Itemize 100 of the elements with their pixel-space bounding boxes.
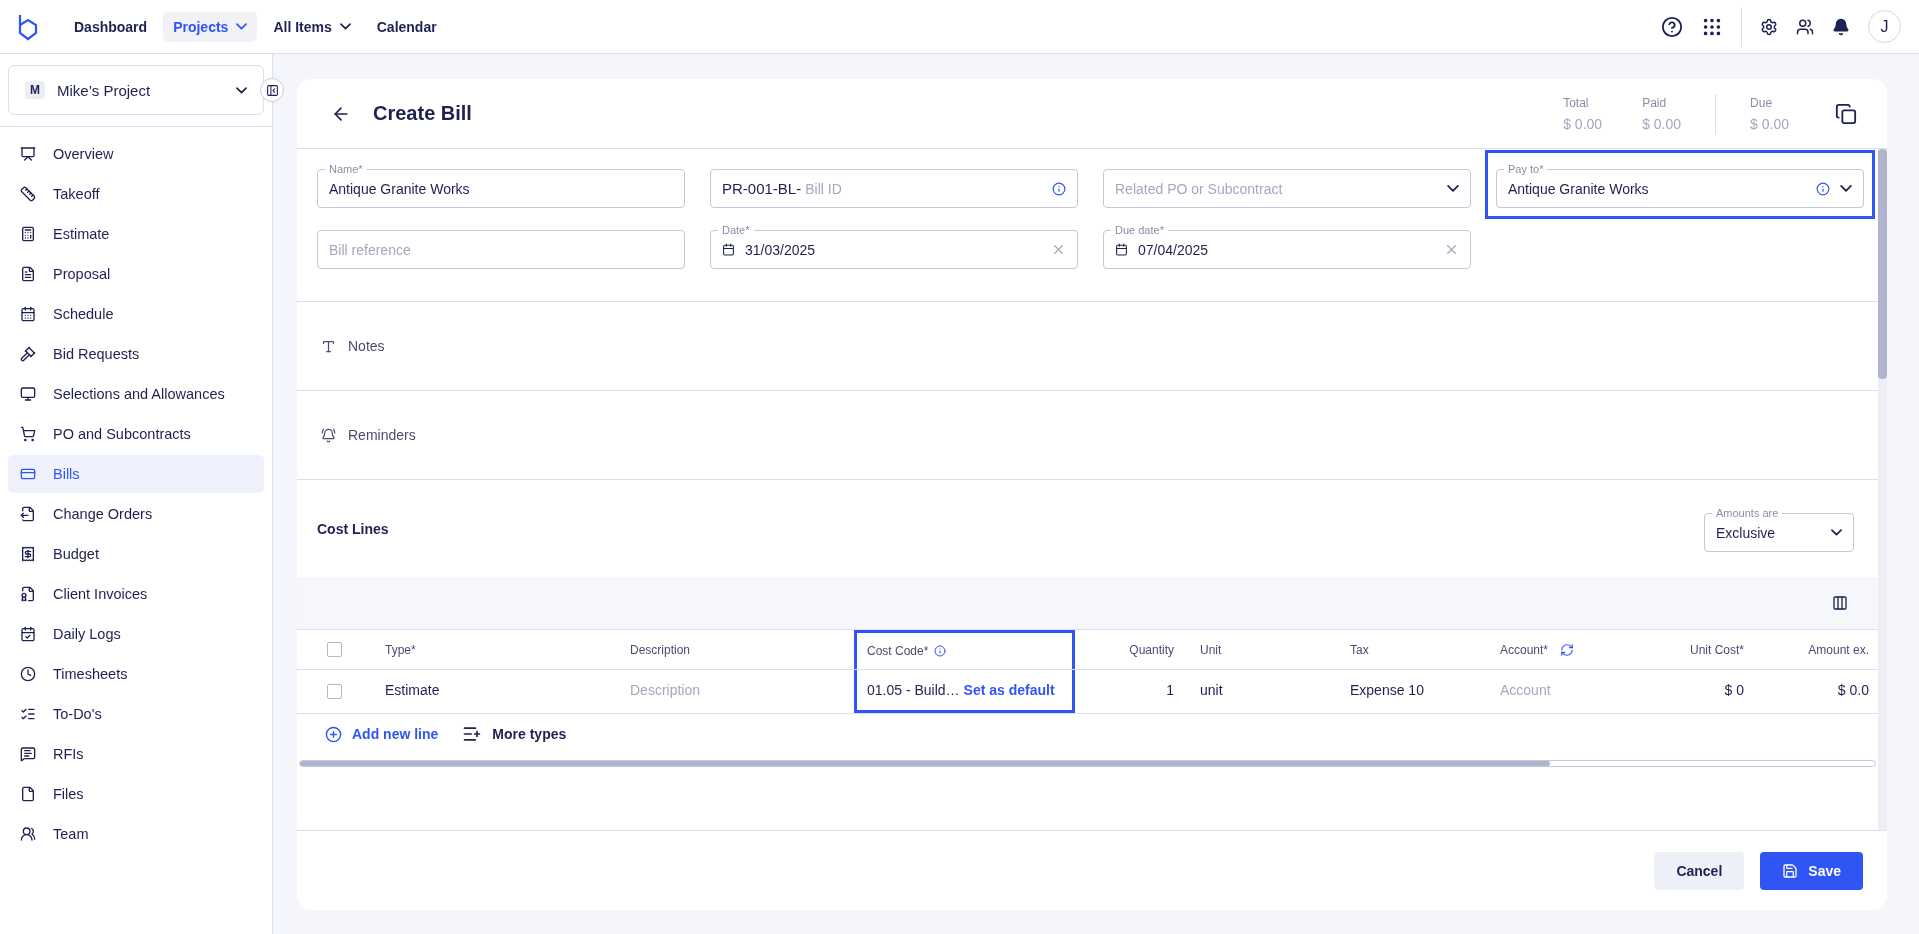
sidebar-item[interactable]: Daily Logs: [8, 615, 264, 653]
select-field[interactable]: Pay to* Antique Granite Works: [1496, 161, 1864, 208]
list-plus-icon: [462, 724, 483, 744]
nav-tab[interactable]: Dashboard: [64, 11, 158, 42]
message-icon: [20, 746, 36, 762]
nav-tab[interactable]: Projects: [163, 11, 258, 42]
column-header: Account*: [1487, 630, 1642, 669]
project-initial: M: [25, 81, 45, 99]
total-label: Total: [1563, 95, 1590, 110]
project-name: Mike’s Project: [57, 81, 152, 99]
total-label: Due: [1750, 95, 1774, 110]
document-arrow-icon: [20, 506, 36, 522]
amounts-select[interactable]: Amounts are Exclusive: [1704, 505, 1854, 552]
nav-tab[interactable]: All Items: [263, 11, 361, 42]
clock-icon: [20, 666, 36, 682]
clear-icon: [1051, 242, 1066, 257]
logo-icon: [18, 12, 38, 41]
cell-text: unit: [1200, 682, 1223, 698]
column-header: Quantity: [1128, 641, 1175, 659]
checkbox[interactable]: [327, 684, 342, 699]
sidebar-item[interactable]: To-Do's: [8, 695, 264, 733]
calendar-icon: [1115, 243, 1128, 256]
cell-text: 01.05 - Build…: [867, 682, 960, 698]
sidebar-item[interactable]: PO and Subcontracts: [8, 415, 264, 453]
calendar-icon: [20, 306, 36, 322]
page-title: Create Bill: [373, 102, 472, 125]
sidebar-item[interactable]: Bills: [8, 455, 264, 493]
total-value: $ 0.00: [1642, 115, 1682, 132]
nav-tab[interactable]: Calendar: [366, 11, 447, 42]
total-label: Paid: [1642, 95, 1668, 110]
sidebar-item[interactable]: Budget: [8, 535, 264, 573]
date-field[interactable]: Date* 31/03/2025: [710, 222, 1078, 269]
chevron-down-icon: [1447, 185, 1459, 192]
column-header: Amount ex.: [1807, 641, 1870, 659]
save-button[interactable]: Save: [1760, 851, 1863, 890]
sidebar-item[interactable]: Bid Requests: [8, 335, 264, 373]
sidebar-item[interactable]: Overview: [8, 135, 264, 173]
total-value: $ 0.00: [1750, 115, 1789, 132]
easel-icon: [20, 146, 36, 162]
checklist-icon: [20, 706, 36, 722]
more-types-button[interactable]: More types: [462, 724, 567, 744]
sidebar-item[interactable]: Estimate: [8, 215, 264, 253]
cancel-button[interactable]: Cancel: [1654, 851, 1745, 890]
column-header: Type*: [384, 641, 417, 659]
save-icon: [1782, 862, 1799, 879]
users-icon: [20, 826, 36, 842]
set-default-link[interactable]: Set as default: [963, 682, 1055, 698]
column-header: Cost Code*: [854, 630, 1075, 669]
ruler-icon: [20, 186, 36, 202]
sidebar-item[interactable]: Selections and Allowances: [8, 375, 264, 413]
cell-text: $ 0.0: [1837, 682, 1869, 698]
card-icon: [20, 466, 36, 482]
add-line-button[interactable]: Add new line: [325, 724, 439, 744]
field-label: Pay to*: [1504, 162, 1548, 176]
file-icon: [20, 786, 36, 802]
cell-text: 1: [1166, 682, 1174, 698]
document-icon: [20, 266, 36, 282]
collapsible-section[interactable]: Notes: [297, 302, 1878, 391]
sidebar-item[interactable]: RFIs: [8, 735, 264, 773]
calendar-icon: [722, 243, 735, 256]
sidebar-item[interactable]: Files: [8, 775, 264, 813]
text-size-icon: [321, 338, 336, 354]
collapsible-section[interactable]: Reminders: [297, 391, 1878, 480]
plus-circle-icon: [325, 725, 342, 743]
sidebar-item[interactable]: Team: [8, 815, 264, 853]
collapse-icon: [265, 83, 279, 97]
collapse-sidebar-button[interactable]: [260, 78, 284, 102]
text-field[interactable]: Name* Antique Granite Works: [317, 161, 685, 208]
section-title: Cost Lines: [317, 520, 389, 537]
sidebar-item[interactable]: Schedule: [8, 295, 264, 333]
gavel-icon: [20, 346, 36, 362]
sidebar-item[interactable]: Takeoff: [8, 175, 264, 213]
field-label: Due date*: [1111, 223, 1168, 237]
sidebar-item[interactable]: Proposal: [8, 255, 264, 293]
sidebar-item[interactable]: Change Orders: [8, 495, 264, 533]
column-header: Unit: [1199, 641, 1223, 659]
column-header: Tax: [1349, 641, 1370, 659]
field-label: Amounts are: [1712, 506, 1783, 520]
cell-text: $ 0: [1724, 682, 1744, 698]
cell-text: Estimate: [385, 682, 440, 698]
sidebar-item[interactable]: Timesheets: [8, 655, 264, 693]
chevron-down-icon: [1831, 529, 1842, 536]
bell-icon: [321, 427, 336, 443]
column-header: Description: [629, 641, 692, 659]
field-label: Name*: [325, 162, 367, 176]
document-icon: [20, 586, 36, 602]
chevron-down-icon: [1840, 185, 1852, 192]
column-header: Unit Cost*: [1688, 641, 1745, 659]
cart-icon: [20, 426, 36, 442]
total-value: $ 0.00: [1563, 115, 1603, 132]
sidebar-item[interactable]: Client Invoices: [8, 575, 264, 613]
project-selector[interactable]: M Mike’s Project: [8, 65, 264, 115]
chevron-down-icon: [236, 86, 247, 94]
monitor-icon: [20, 386, 36, 402]
field-label: Date*: [718, 223, 754, 237]
date-field[interactable]: Due date* 07/04/2025: [1103, 222, 1471, 269]
scrollbar[interactable]: [1878, 149, 1887, 830]
checkbox[interactable]: [327, 642, 342, 657]
bill-id-field[interactable]: PR-001-BL- Bill ID: [710, 161, 1078, 208]
cell-text: Expense 10: [1350, 682, 1424, 698]
